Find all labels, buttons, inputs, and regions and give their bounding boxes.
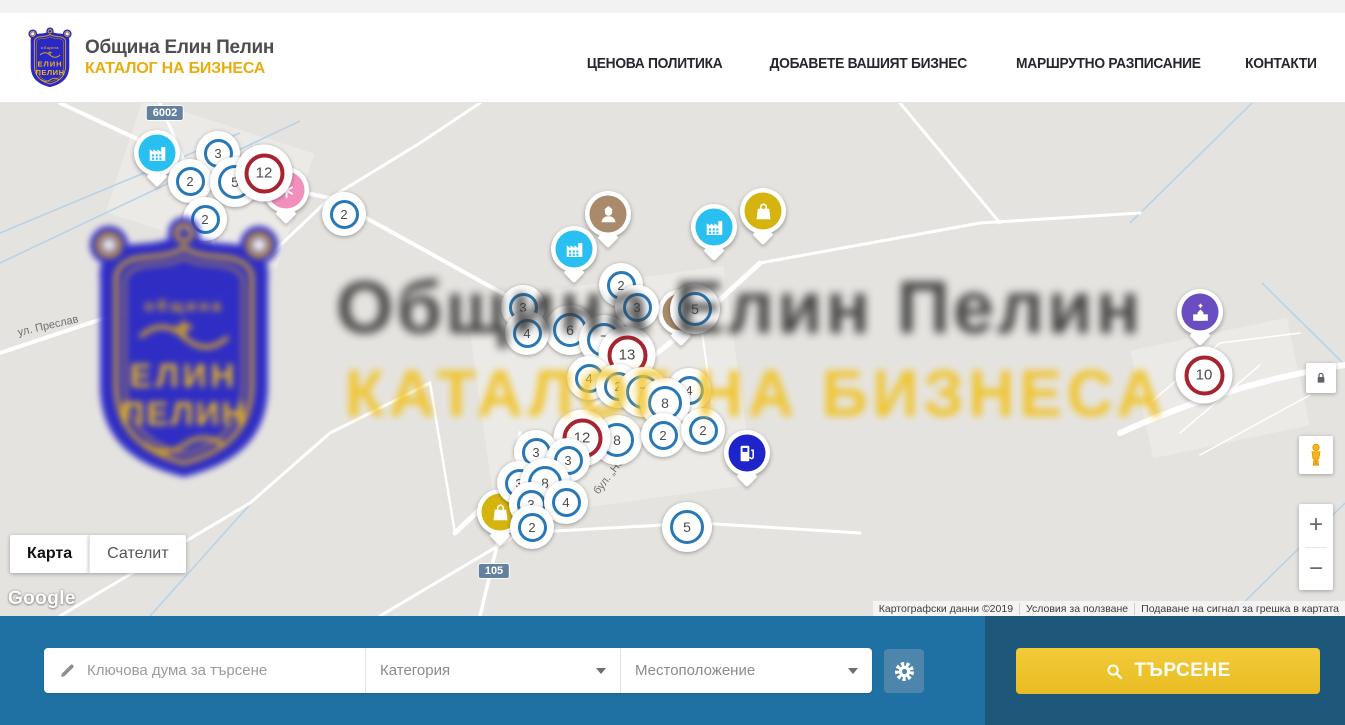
site-header: Община Елин Пелин КАТАЛОГ НА БИЗНЕСА ЦЕН… (0, 13, 1345, 103)
category-select[interactable]: Категория (365, 648, 620, 693)
attribution-terms-link[interactable]: Условия за ползване (1019, 603, 1134, 615)
bag-icon (752, 200, 774, 222)
cluster-count: 2 (176, 167, 205, 196)
map-cluster[interactable]: 2 (681, 408, 725, 452)
map-cluster[interactable]: 4 (505, 311, 549, 355)
factory-icon (703, 216, 725, 238)
cluster-count: 5 (678, 292, 712, 326)
fuel-map-pin[interactable] (724, 430, 770, 476)
map-cluster[interactable]: 5 (670, 284, 720, 334)
search-icon (1105, 662, 1124, 681)
keyword-search-input[interactable] (87, 662, 365, 679)
site-subtitle: КАТАЛОГ НА БИЗНЕСА (85, 60, 274, 78)
cluster-count: 3 (623, 293, 652, 322)
bag-map-pin[interactable] (740, 188, 786, 234)
cluster-count: 12 (244, 153, 284, 193)
pencil-icon (58, 661, 77, 680)
page-top-margin (0, 0, 1345, 13)
lock-icon (1313, 370, 1329, 386)
map-cluster[interactable]: 5 (662, 502, 712, 552)
location-select-value: Местоположение (635, 662, 840, 679)
municipality-crest-icon (27, 27, 73, 89)
map-type-satellite-button[interactable]: Сателит (89, 535, 185, 573)
site-title: Община Елин Пелин (85, 37, 274, 59)
map-cluster[interactable]: 2 (322, 192, 366, 236)
advanced-settings-button[interactable] (884, 649, 924, 693)
category-select-value: Категория (380, 662, 588, 679)
pegman-icon (1303, 440, 1329, 470)
factory-icon (563, 238, 585, 260)
cluster-count: 4 (513, 319, 542, 348)
map-cluster[interactable]: 10 (1176, 347, 1233, 404)
google-logo[interactable]: Google (8, 588, 76, 610)
worker-map-pin[interactable] (585, 191, 631, 237)
map-cluster[interactable]: 2 (510, 505, 554, 549)
fuel-icon (736, 442, 758, 464)
nav-item-add-business[interactable]: ДОБАВЕТЕ ВАШИЯТ БИЗНЕС (770, 55, 967, 72)
cluster-count: 2 (518, 513, 547, 542)
site-logo[interactable]: Община Елин Пелин КАТАЛОГ НА БИЗНЕСА (27, 27, 274, 89)
chevron-down-icon (596, 668, 606, 674)
location-select[interactable]: Местоположение (620, 648, 872, 693)
worker-icon (597, 203, 619, 225)
zoom-in-button[interactable]: + (1299, 504, 1333, 547)
attribution-copyright: Картографски данни ©2019 (873, 603, 1019, 615)
chevron-down-icon (848, 668, 858, 674)
factory-map-pin[interactable] (691, 204, 737, 250)
zoom-out-button[interactable]: − (1299, 547, 1333, 590)
gear-icon (893, 660, 916, 683)
main-nav: ЦЕНОВА ПОЛИТИКА ДОБАВЕТЕ ВАШИЯТ БИЗНЕС М… (581, 55, 1320, 72)
map-type-map-button[interactable]: Карта (10, 535, 89, 573)
factory-map-pin[interactable] (551, 226, 597, 272)
search-fields-group: Категория Местоположение (44, 648, 872, 693)
google-map[interactable]: 6002105ул. Преславбул. „Новосел 32512223… (0, 103, 1345, 616)
search-button-label: ТЪРСЕНЕ (1134, 660, 1231, 682)
map-cluster[interactable]: 2 (641, 413, 685, 457)
cluster-count: 4 (552, 488, 581, 517)
cluster-count: 2 (191, 205, 220, 234)
zoom-control: + − (1299, 504, 1333, 590)
factory-icon (146, 142, 168, 164)
map-attribution: Картографски данни ©2019 Условия за полз… (873, 601, 1345, 616)
road-label: 105 (479, 564, 509, 578)
cluster-count: 2 (330, 200, 359, 229)
street-view-pegman[interactable] (1299, 436, 1333, 474)
search-bar: Категория Местоположение ТЪРСЕНЕ (0, 616, 1345, 725)
map-type-control: Карта Сателит (10, 535, 186, 573)
keyword-field (44, 648, 365, 693)
church-icon (1189, 301, 1211, 323)
nav-item-bus-schedule[interactable]: МАРШРУТНО РАЗПИСАНИЕ (1016, 55, 1201, 72)
cluster-count: 2 (649, 421, 678, 450)
cluster-count: 5 (670, 510, 704, 544)
nav-item-contacts[interactable]: КОНТАКТИ (1245, 55, 1317, 72)
church-map-pin[interactable] (1177, 289, 1223, 335)
search-button[interactable]: ТЪРСЕНЕ (1016, 648, 1320, 694)
bag-icon (489, 501, 511, 523)
map-cluster[interactable]: 2 (183, 197, 227, 241)
road-label: 6002 (147, 106, 183, 120)
cluster-count: 2 (689, 416, 718, 445)
nav-item-pricing[interactable]: ЦЕНОВА ПОЛИТИКА (586, 55, 722, 72)
attribution-report-error-link[interactable]: Подаване на сигнал за грешка в картата (1134, 603, 1345, 615)
lock-control[interactable] (1306, 363, 1336, 393)
map-cluster[interactable]: 12 (236, 145, 293, 202)
cluster-count: 10 (1184, 355, 1224, 395)
